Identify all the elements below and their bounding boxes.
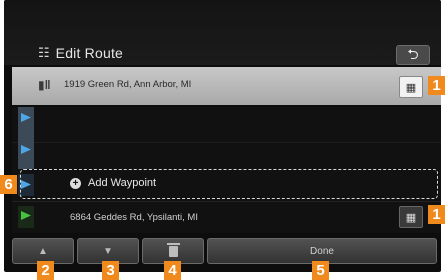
route-start-row[interactable]: ▮‖ 1919 Green Rd, Ann Arbor, MI <box>12 67 441 105</box>
empty-waypoint-slot <box>12 107 441 143</box>
title-row: ☷ Edit Route <box>38 40 123 66</box>
navigation-screen: ☷ Edit Route ⮌ ▮‖ 1919 Green Rd, Ann Arb… <box>4 0 441 272</box>
add-waypoint-highlight <box>20 169 438 199</box>
map-move-button-destination[interactable]: ▦ <box>399 206 423 228</box>
callout-badge: 5 <box>312 261 329 280</box>
trash-icon <box>166 242 180 257</box>
back-button[interactable]: ⮌ <box>396 45 430 65</box>
callout-badge: 3 <box>102 261 119 280</box>
route-destination-row[interactable]: 6864 Geddes Rd, Ypsilanti, MI <box>12 201 441 233</box>
edit-route-icon: ☷ <box>38 45 50 60</box>
callout-badge: 1 <box>428 76 445 95</box>
start-address: 1919 Green Rd, Ann Arbor, MI <box>64 79 192 90</box>
callout-badge: 4 <box>164 261 181 280</box>
lane-icon: ▮‖ <box>38 78 51 92</box>
map-move-button-start[interactable]: ▦ <box>399 76 423 98</box>
callout-badge: 1 <box>428 205 445 224</box>
page-title: Edit Route <box>55 45 124 61</box>
callout-badge: 2 <box>37 261 54 280</box>
destination-address: 6864 Geddes Rd, Ypsilanti, MI <box>70 212 198 223</box>
callout-badge: 6 <box>0 175 17 194</box>
title-bar: ☷ Edit Route ⮌ <box>4 0 441 65</box>
